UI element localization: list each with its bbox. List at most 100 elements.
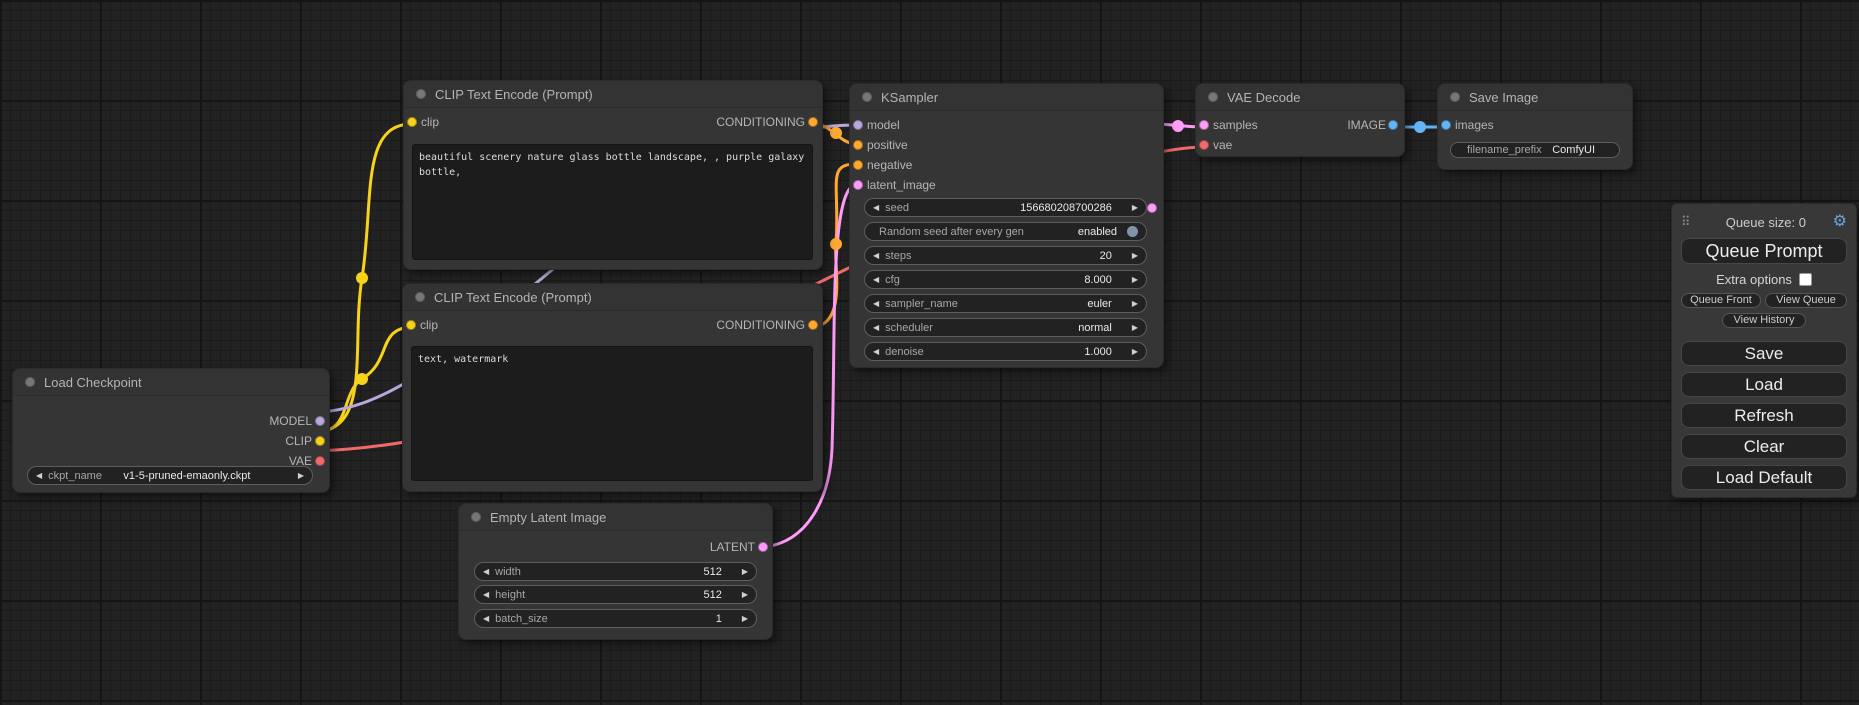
decrement-arrow-icon[interactable]: ◀ <box>873 276 879 284</box>
widget-label: denoise <box>885 346 924 358</box>
decrement-arrow-icon[interactable]: ◀ <box>873 348 879 356</box>
queue-panel[interactable]: ⠿ Queue size: 0 ⚙ Queue Prompt Extra opt… <box>1671 203 1857 498</box>
node-clip-text-encode-negative[interactable]: CLIP Text Encode (Prompt) clip CONDITION… <box>402 283 823 492</box>
load-button[interactable]: Load <box>1681 372 1847 397</box>
prompt-textarea[interactable]: beautiful scenery nature glass bottle la… <box>412 144 813 260</box>
node-ksampler[interactable]: KSampler LATENT model positive negative … <box>849 83 1164 368</box>
input-dot-clip[interactable] <box>406 320 416 330</box>
prompt-textarea[interactable]: text, watermark <box>411 346 813 481</box>
widget-value: v1-5-pruned-emaonly.ckpt <box>123 470 250 482</box>
output-dot-clip[interactable] <box>315 436 325 446</box>
decrement-arrow-icon[interactable]: ◀ <box>483 615 489 623</box>
load-default-button[interactable]: Load Default <box>1681 465 1847 490</box>
increment-arrow-icon[interactable]: ▶ <box>298 472 304 480</box>
collapse-dot-icon[interactable] <box>471 512 481 522</box>
collapse-dot-icon[interactable] <box>1208 92 1218 102</box>
increment-arrow-icon[interactable]: ▶ <box>1132 252 1138 260</box>
ckpt-name-widget[interactable]: ◀ ckpt_name v1-5-pruned-emaonly.ckpt ▶ <box>27 466 313 485</box>
node-title: Empty Latent Image <box>490 510 606 525</box>
output-dot-image[interactable] <box>1388 120 1398 130</box>
cfg-widget[interactable]: ◀ cfg 8.000 ▶ <box>864 270 1147 289</box>
node-clip-text-encode-positive[interactable]: CLIP Text Encode (Prompt) clip CONDITION… <box>403 80 823 270</box>
output-dot-vae[interactable] <box>315 456 325 466</box>
view-history-button[interactable]: View History <box>1722 313 1806 328</box>
clear-button[interactable]: Clear <box>1681 434 1847 459</box>
collapse-dot-icon[interactable] <box>25 377 35 387</box>
save-button[interactable]: Save <box>1681 341 1847 366</box>
settings-gear-icon[interactable]: ⚙ <box>1833 214 1847 230</box>
decrement-arrow-icon[interactable]: ◀ <box>483 591 489 599</box>
node-header[interactable]: Load Checkpoint <box>13 369 329 396</box>
increment-arrow-icon[interactable]: ▶ <box>1132 276 1138 284</box>
seed-widget[interactable]: ◀ seed 156680208700286 ▶ <box>864 198 1147 217</box>
steps-widget[interactable]: ◀ steps 20 ▶ <box>864 246 1147 265</box>
link-dot[interactable] <box>1414 121 1426 133</box>
view-queue-button[interactable]: View Queue <box>1765 293 1847 308</box>
link-dot[interactable] <box>356 272 368 284</box>
node-header[interactable]: VAE Decode <box>1196 84 1404 111</box>
extra-options-checkbox[interactable] <box>1799 273 1812 286</box>
input-dot-latent-image[interactable] <box>853 180 863 190</box>
node-header[interactable]: CLIP Text Encode (Prompt) <box>404 81 822 108</box>
increment-arrow-icon[interactable]: ▶ <box>1132 204 1138 212</box>
output-dot-model[interactable] <box>315 416 325 426</box>
widget-label: ckpt_name <box>48 470 102 482</box>
node-save-image[interactable]: Save Image images filename_prefix ComfyU… <box>1437 83 1633 170</box>
collapse-dot-icon[interactable] <box>415 292 425 302</box>
increment-arrow-icon[interactable]: ▶ <box>1132 324 1138 332</box>
input-dot-samples[interactable] <box>1199 120 1209 130</box>
input-dot-model[interactable] <box>853 120 863 130</box>
decrement-arrow-icon[interactable]: ◀ <box>873 204 879 212</box>
node-header[interactable]: CLIP Text Encode (Prompt) <box>403 284 822 311</box>
node-vae-decode[interactable]: VAE Decode samples IMAGE vae <box>1195 83 1405 157</box>
node-header[interactable]: Empty Latent Image <box>459 504 772 531</box>
node-title: Load Checkpoint <box>44 375 142 390</box>
link-dot[interactable] <box>356 373 368 385</box>
node-header[interactable]: KSampler <box>850 84 1163 111</box>
node-graph-canvas[interactable]: Load Checkpoint MODEL CLIP VAE ◀ ckpt_na… <box>0 0 1859 705</box>
link-dot[interactable] <box>830 238 842 250</box>
output-dot-conditioning[interactable] <box>808 117 818 127</box>
link-dot[interactable] <box>1172 120 1184 132</box>
queue-prompt-button[interactable]: Queue Prompt <box>1681 238 1847 264</box>
sampler-name-widget[interactable]: ◀ sampler_name euler ▶ <box>864 294 1147 313</box>
decrement-arrow-icon[interactable]: ◀ <box>36 472 42 480</box>
drag-handle-icon[interactable]: ⠿ <box>1681 214 1699 230</box>
decrement-arrow-icon[interactable]: ◀ <box>873 324 879 332</box>
decrement-arrow-icon[interactable]: ◀ <box>483 568 489 576</box>
width-widget[interactable]: ◀ width 512 ▶ <box>474 562 757 581</box>
increment-arrow-icon[interactable]: ▶ <box>742 568 748 576</box>
increment-arrow-icon[interactable]: ▶ <box>1132 300 1138 308</box>
output-dot-latent[interactable] <box>1147 203 1157 213</box>
queue-front-button[interactable]: Queue Front <box>1681 293 1761 308</box>
node-load-checkpoint[interactable]: Load Checkpoint MODEL CLIP VAE ◀ ckpt_na… <box>12 368 330 493</box>
random-seed-toggle[interactable]: Random seed after every gen enabled <box>864 222 1147 241</box>
output-dot-conditioning[interactable] <box>808 320 818 330</box>
increment-arrow-icon[interactable]: ▶ <box>742 591 748 599</box>
decrement-arrow-icon[interactable]: ◀ <box>873 300 879 308</box>
collapse-dot-icon[interactable] <box>1450 92 1460 102</box>
node-header[interactable]: Save Image <box>1438 84 1632 111</box>
denoise-widget[interactable]: ◀ denoise 1.000 ▶ <box>864 342 1147 361</box>
decrement-arrow-icon[interactable]: ◀ <box>873 252 879 260</box>
filename-prefix-widget[interactable]: filename_prefix ComfyUI <box>1450 142 1620 158</box>
input-dot-clip[interactable] <box>407 117 417 127</box>
batch-size-widget[interactable]: ◀ batch_size 1 ▶ <box>474 609 757 628</box>
refresh-button[interactable]: Refresh <box>1681 403 1847 428</box>
scheduler-widget[interactable]: ◀ scheduler normal ▶ <box>864 318 1147 337</box>
node-title: VAE Decode <box>1227 90 1300 105</box>
collapse-dot-icon[interactable] <box>416 89 426 99</box>
input-dot-negative[interactable] <box>853 160 863 170</box>
collapse-dot-icon[interactable] <box>862 92 872 102</box>
increment-arrow-icon[interactable]: ▶ <box>1132 348 1138 356</box>
input-dot-vae[interactable] <box>1199 140 1209 150</box>
increment-arrow-icon[interactable]: ▶ <box>742 615 748 623</box>
toggle-knob[interactable] <box>1127 226 1138 237</box>
height-widget[interactable]: ◀ height 512 ▶ <box>474 585 757 604</box>
input-dot-positive[interactable] <box>853 140 863 150</box>
queue-size-label: Queue size: 0 <box>1699 215 1833 230</box>
input-dot-images[interactable] <box>1441 120 1451 130</box>
output-dot-latent[interactable] <box>758 542 768 552</box>
link-dot[interactable] <box>830 127 842 139</box>
node-empty-latent-image[interactable]: Empty Latent Image LATENT ◀ width 512 ▶ … <box>458 503 773 640</box>
